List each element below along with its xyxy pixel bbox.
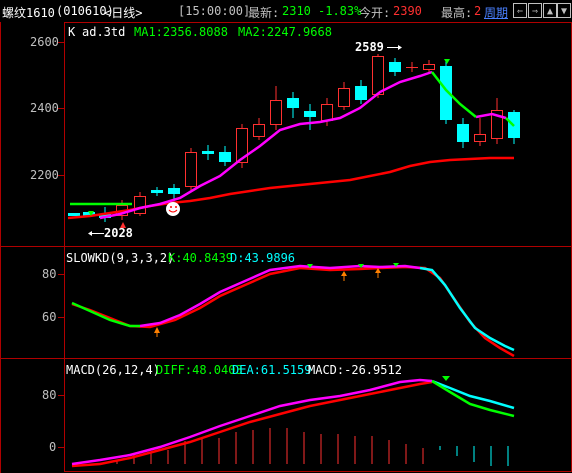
y-tick-2200: 2200 [30, 168, 59, 182]
kd-k-label: K:40.8439 [168, 251, 234, 265]
macd-dea-label: DEA:61.5159 [232, 363, 312, 377]
macd-title: MACD(26,12,4) [66, 363, 160, 377]
candlesticks [68, 54, 520, 222]
kd-title: SLOWKD(9,3,3,2) [66, 251, 175, 265]
macd-y-tick-80: 80 [42, 388, 57, 402]
kd-k-cyan [419, 266, 515, 352]
kd-y-tick-60: 60 [42, 310, 57, 324]
kd-k-green [71, 301, 140, 328]
chart-canvas [0, 22, 572, 473]
macd-histogram-neg [439, 446, 509, 466]
ma2-label: MA2:2247.9668 [238, 25, 332, 39]
kd-d-line [71, 265, 515, 358]
annot-high: 2589 [355, 40, 384, 54]
y-tick-2600: 2600 [30, 35, 59, 49]
y-tick-2400: 2400 [30, 101, 59, 115]
macd-diff-label: DIFF:48.0403 [156, 363, 243, 377]
main-subtitle: ad.3td [82, 25, 126, 39]
green-line-end [431, 71, 477, 118]
macd-value-label: MACD:-26.9512 [308, 363, 402, 377]
ma1-label: MA1:2356.8088 [134, 25, 228, 39]
macd-y-tick-0: 0 [49, 440, 57, 454]
kd-markers [154, 263, 399, 337]
main-indicator-label: K [68, 25, 76, 39]
kd-d-label: D:43.9896 [230, 251, 296, 265]
kd-y-tick-80: 80 [42, 267, 57, 281]
macd-dea-line [71, 380, 433, 468]
annot-low: 2028 [104, 226, 133, 240]
